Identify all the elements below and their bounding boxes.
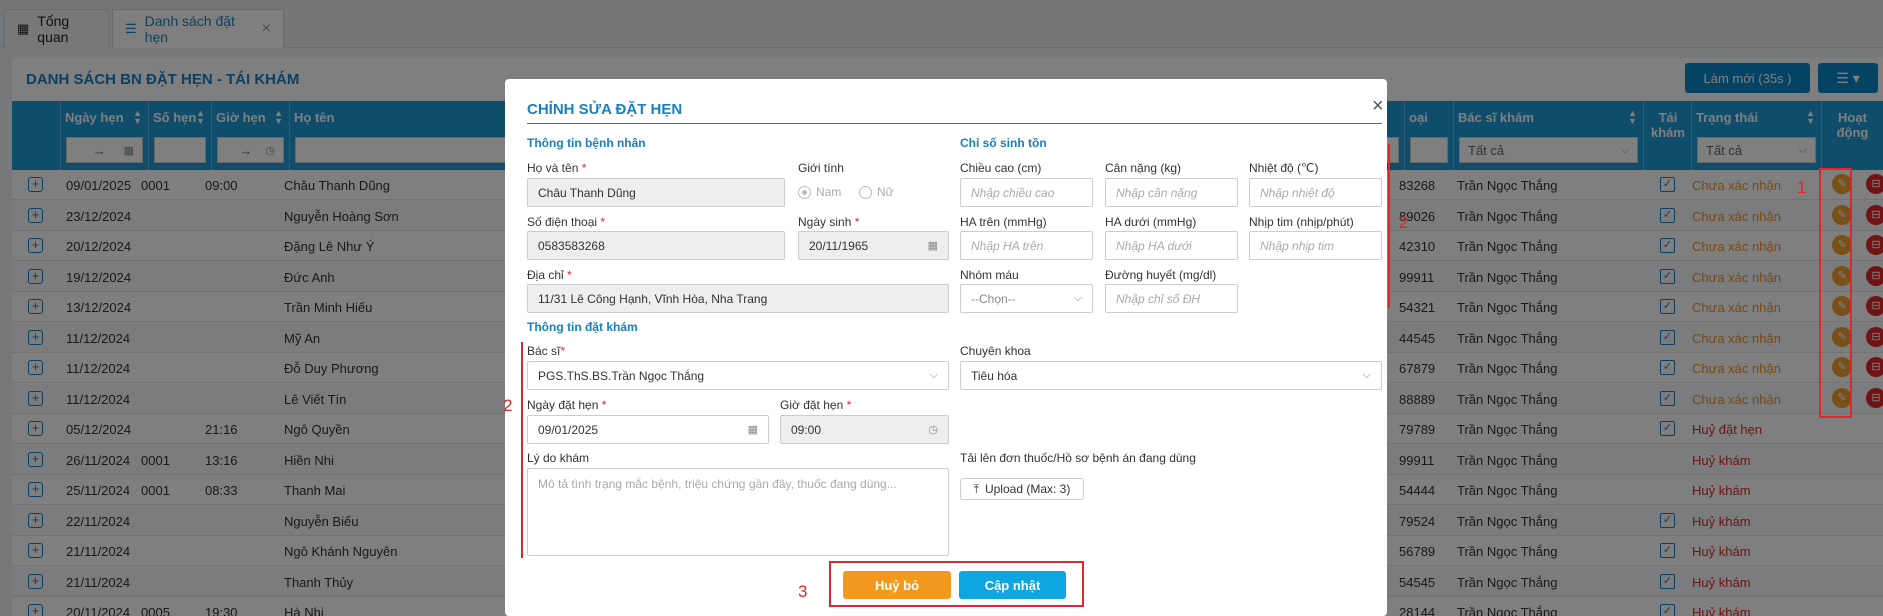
fullname-label: Họ và tên *: [527, 161, 587, 175]
doctor-label: Bác sĩ*: [527, 344, 566, 358]
glucose-label: Đường huyết (mg/dl): [1105, 268, 1217, 282]
address-label: Địa chỉ *: [527, 268, 572, 282]
upload-label: Tải lên đơn thuốc/Hồ sơ bệnh án đang dùn…: [960, 451, 1196, 465]
appointment-date-label: Ngày đặt hẹn *: [527, 398, 607, 412]
upload-button[interactable]: ⤒ Upload (Max: 3): [960, 478, 1084, 500]
clock-icon: ◷: [928, 424, 938, 436]
calendar-icon: ▦: [927, 240, 938, 252]
annotation-number-2-booking: 2: [503, 396, 513, 415]
annotation-box-buttons: [829, 561, 1084, 607]
diastolic-label: HA dưới (mmHg): [1105, 215, 1197, 229]
patient-section-title: Thông tin bệnh nhân: [527, 136, 646, 150]
appointment-time-label: Giờ đặt hẹn *: [780, 398, 852, 412]
phone-field[interactable]: 0583583268: [527, 231, 785, 260]
systolic-input[interactable]: Nhập HA trên: [960, 231, 1093, 260]
blood-type-select[interactable]: --Chọn-- ⌵: [960, 284, 1093, 313]
blood-type-label: Nhóm máu: [960, 268, 1019, 282]
glucose-input[interactable]: Nhập chỉ số ĐH: [1105, 284, 1238, 313]
gender-female-radio[interactable]: Nữ: [858, 185, 894, 199]
annotation-box-actions: [1819, 168, 1852, 418]
chevron-down-icon: ⌵: [929, 369, 938, 381]
heart-rate-input[interactable]: Nhập nhịp tim: [1249, 231, 1382, 260]
booking-section-title: Thông tin đặt khám: [527, 320, 638, 334]
annotation-number-1: 1: [1797, 178, 1807, 197]
weight-label: Cân nặng (kg): [1105, 161, 1182, 175]
specialty-select[interactable]: Tiêu hóa ⌵: [960, 361, 1382, 390]
phone-label: Số điện thoại *: [527, 215, 606, 229]
systolic-label: HA trên (mmHg): [960, 215, 1047, 229]
close-icon[interactable]: ×: [1372, 95, 1384, 118]
annotation-line-vitals: [1388, 144, 1390, 308]
height-input[interactable]: Nhập chiều cao: [960, 178, 1093, 207]
fullname-field[interactable]: Châu Thanh Dũng: [527, 178, 785, 207]
dob-label: Ngày sinh *: [798, 215, 860, 229]
annotation-number-2-vitals: 2: [1399, 213, 1409, 232]
title-divider: [527, 123, 1382, 124]
specialty-label: Chuyên khoa: [960, 344, 1031, 358]
reason-textarea[interactable]: Mô tả tình trạng mắc bệnh, triệu chứng g…: [527, 468, 949, 556]
upload-icon: ⤒: [973, 481, 979, 496]
doctor-select[interactable]: PGS.ThS.BS.Trần Ngọc Thắng ⌵: [527, 361, 949, 390]
diastolic-input[interactable]: Nhập HA dưới: [1105, 231, 1238, 260]
chevron-down-icon: ⌵: [1073, 292, 1082, 304]
address-field[interactable]: 11/31 Lê Công Hạnh, Vĩnh Hòa, Nha Trang: [527, 284, 949, 313]
gender-male-radio[interactable]: Nam: [798, 185, 841, 199]
temperature-input[interactable]: Nhập nhiệt độ: [1249, 178, 1382, 207]
dob-field[interactable]: 20/11/1965 ▦: [798, 231, 949, 260]
vitals-section-title: Chỉ số sinh tồn: [960, 136, 1047, 150]
calendar-icon: ▦: [747, 424, 758, 436]
appointment-date-input[interactable]: 09/01/2025 ▦: [527, 415, 769, 444]
gender-label: Giới tính: [798, 161, 844, 175]
gender-radio-group: Nam Nữ: [798, 185, 908, 202]
appointment-time-input[interactable]: 09:00 ◷: [780, 415, 949, 444]
chevron-down-icon: ⌵: [1362, 369, 1371, 381]
heart-rate-label: Nhịp tim (nhịp/phút): [1249, 215, 1354, 229]
annotation-number-3: 3: [798, 582, 808, 601]
weight-input[interactable]: Nhập cân nặng: [1105, 178, 1238, 207]
reason-label: Lý do khám: [527, 451, 590, 465]
dialog-title: CHỈNH SỬA ĐẶT HẸN: [527, 101, 683, 118]
edit-appointment-dialog: CHỈNH SỬA ĐẶT HẸN × Thông tin bệnh nhân …: [505, 79, 1387, 616]
height-label: Chiều cao (cm): [960, 161, 1042, 175]
annotation-line-booking: [521, 342, 523, 558]
temperature-label: Nhiệt độ (℃): [1249, 161, 1319, 175]
